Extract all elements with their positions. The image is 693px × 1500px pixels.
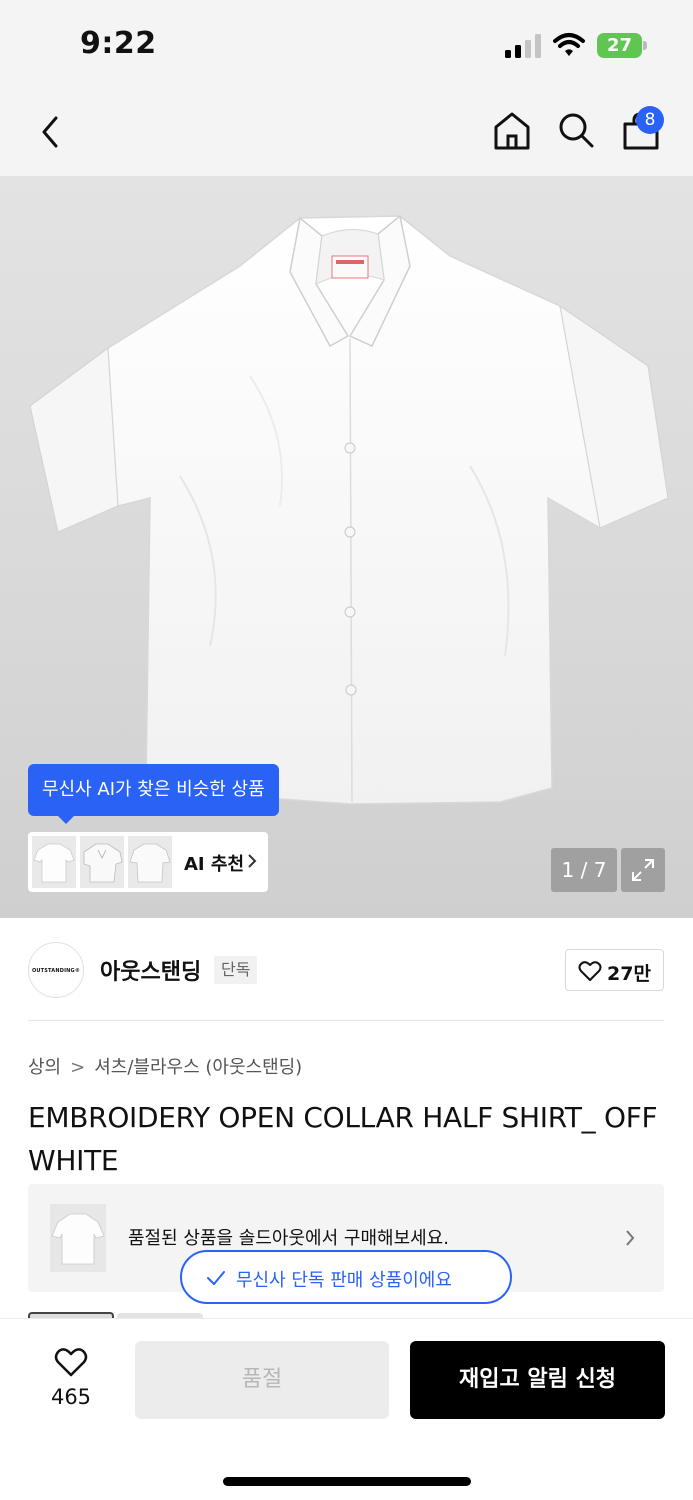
- heart-icon: [54, 1348, 88, 1377]
- ai-thumb-2[interactable]: [80, 836, 124, 888]
- heart-icon: [578, 961, 602, 981]
- bottom-action-bar: 465 품절 재입고 알림 신청: [0, 1318, 693, 1500]
- exclusive-sale-text: 무신사 단독 판매 상품이에요: [236, 1270, 452, 1291]
- product-title: EMBROIDERY OPEN COLLAR HALF SHIRT_ OFF W…: [28, 1101, 658, 1177]
- brand-like-count: 27만: [607, 963, 651, 985]
- exclusive-sale-pill: 무신사 단독 판매 상품이에요: [180, 1250, 512, 1304]
- brand-name[interactable]: 아웃스탠딩: [100, 954, 201, 986]
- signal-icon: [505, 34, 541, 58]
- divider: [28, 1020, 664, 1021]
- search-icon[interactable]: [556, 110, 596, 150]
- cart-count-badge: 8: [636, 106, 664, 134]
- product-image[interactable]: 무신사 AI가 찾은 비슷한 상품 AI 추천 1 / 7: [0, 176, 693, 918]
- breadcrumb-separator-icon: >: [70, 1057, 86, 1078]
- ai-recommend-strip[interactable]: AI 추천: [28, 832, 268, 892]
- nav-header: 8: [0, 88, 693, 176]
- breadcrumb-category[interactable]: 상의: [28, 1053, 61, 1079]
- soldout-banner-text: 품절된 상품을 솔드아웃에서 구매해보세요.: [128, 1228, 449, 1249]
- chevron-right-icon: [626, 1230, 635, 1246]
- soldout-thumbnail: [50, 1204, 106, 1272]
- back-icon[interactable]: [34, 112, 66, 152]
- battery-icon: 27: [597, 33, 647, 58]
- ai-similar-tooltip[interactable]: 무신사 AI가 찾은 비슷한 상품: [28, 764, 279, 824]
- home-indicator: [223, 1477, 471, 1486]
- ai-thumb-3[interactable]: [128, 836, 172, 888]
- ai-thumb-1[interactable]: [32, 836, 76, 888]
- brand-logo[interactable]: OUTSTANDING®: [28, 942, 84, 998]
- expand-icon: [632, 859, 654, 881]
- brand-like-button[interactable]: 27만: [565, 949, 664, 991]
- wifi-icon: [553, 33, 585, 56]
- image-pager: 1 / 7: [551, 848, 617, 892]
- status-bar: 9:22 27: [0, 0, 693, 88]
- expand-image-button[interactable]: [621, 848, 665, 892]
- breadcrumb-subcategory[interactable]: 셔츠/블라우스 (아웃스탠딩): [94, 1053, 302, 1079]
- brand-row: OUTSTANDING® 아웃스탠딩 단독 27만: [0, 918, 693, 1022]
- soldout-button: 품절: [135, 1341, 389, 1419]
- battery-level: 27: [606, 35, 633, 56]
- status-time: 9:22: [80, 26, 157, 61]
- ai-recommend-label: AI 추천: [184, 854, 245, 875]
- wishlist-button[interactable]: 465: [40, 1343, 102, 1415]
- exclusive-badge: 단독: [214, 956, 258, 984]
- wishlist-count: 465: [50, 1385, 92, 1409]
- restock-alert-button[interactable]: 재입고 알림 신청: [410, 1341, 665, 1419]
- chevron-right-icon: [248, 854, 257, 868]
- breadcrumb: 상의 > 셔츠/블라우스 (아웃스탠딩): [28, 1053, 302, 1079]
- check-icon: [207, 1271, 225, 1285]
- home-icon[interactable]: [492, 110, 532, 152]
